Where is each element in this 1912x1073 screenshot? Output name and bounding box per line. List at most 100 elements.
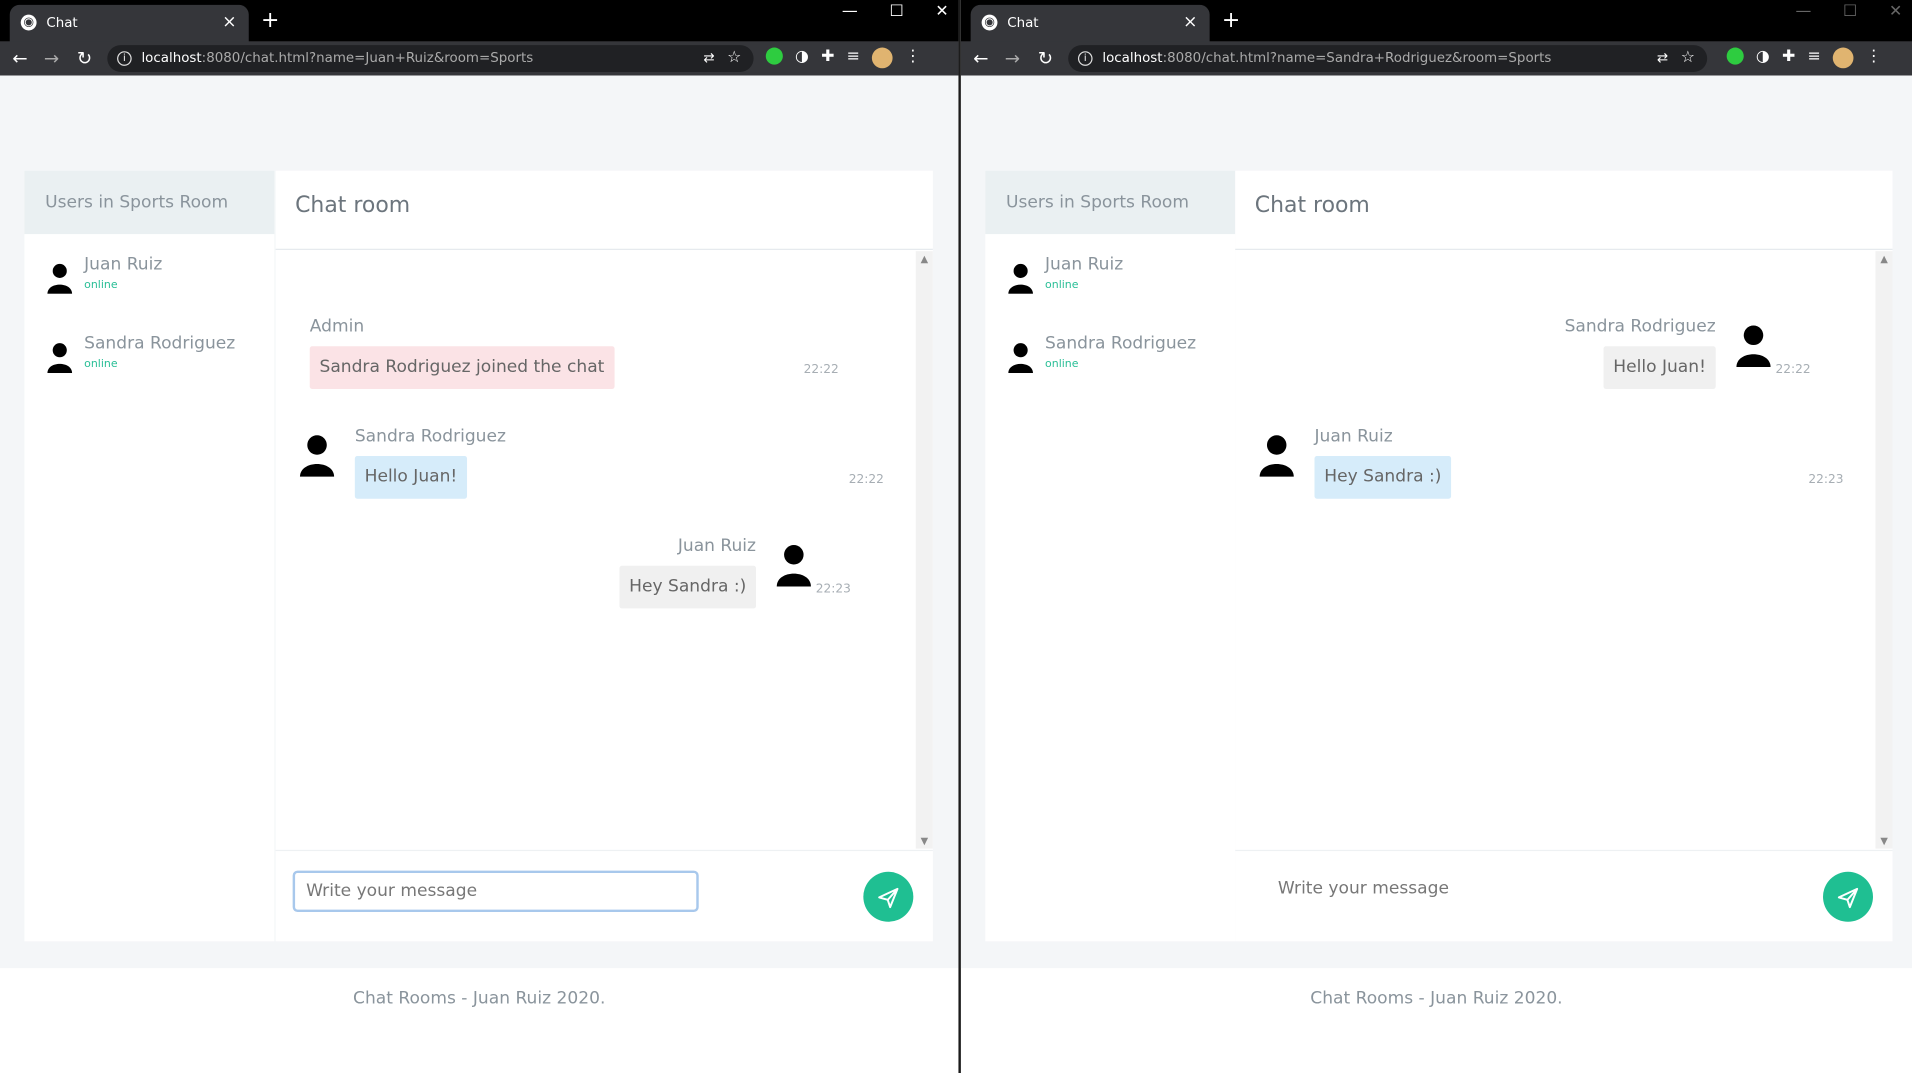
user-avatar-icon xyxy=(1007,262,1034,294)
user-avatar-icon xyxy=(46,341,73,373)
window-close-button[interactable]: ✕ xyxy=(935,2,948,20)
minimize-button[interactable]: — xyxy=(1795,2,1811,20)
send-button[interactable] xyxy=(863,871,914,922)
extensions-area: ◑ ✚ ≡ ⋮ xyxy=(765,47,921,69)
message-composer: Write your message xyxy=(1235,849,1893,941)
message-author: Admin xyxy=(309,317,365,337)
message-author: Juan Ruiz xyxy=(1314,426,1393,447)
back-icon[interactable]: ← xyxy=(973,48,988,70)
message-author: Sandra Rodriguez xyxy=(354,426,506,447)
window-close-button[interactable]: ✕ xyxy=(1889,2,1902,20)
new-tab-button[interactable]: + xyxy=(1222,7,1240,33)
kebab-menu-icon[interactable]: ⋮ xyxy=(905,48,921,69)
tab-strip: ◉ Chat × + — ☐ ✕ xyxy=(960,0,1912,42)
window-controls: — ☐ ✕ xyxy=(842,2,949,20)
bookmark-star-icon[interactable]: ☆ xyxy=(727,45,741,72)
message-input[interactable]: Write your message xyxy=(1266,870,1674,913)
toolbar: ← → ↻ i localhost:8080/chat.html?name=Sa… xyxy=(960,41,1912,76)
user-name: Juan Ruiz xyxy=(84,254,163,275)
browser-tab[interactable]: ◉ Chat × xyxy=(9,4,249,42)
chat-title: Chat room xyxy=(275,171,933,250)
address-bar[interactable]: i localhost:8080/chat.html?name=Sandra+R… xyxy=(1068,45,1708,72)
sender-avatar-icon xyxy=(1258,433,1295,477)
message-admin: Admin xyxy=(310,317,364,337)
reload-icon[interactable]: ↻ xyxy=(1038,48,1053,70)
info-icon[interactable]: i xyxy=(117,51,132,66)
user-status: online xyxy=(1045,279,1079,292)
puzzle-icon[interactable]: ✚ xyxy=(821,48,834,69)
chat-panel: Chat room Sandra Rodriguez Hello Juan! 2… xyxy=(1235,170,1893,942)
info-icon[interactable]: i xyxy=(1077,51,1093,66)
user-avatar-icon xyxy=(46,262,73,294)
profile-avatar-icon[interactable] xyxy=(1832,47,1854,69)
extension-green-icon[interactable] xyxy=(765,47,783,65)
user-name: Sandra Rodriguez xyxy=(1045,334,1197,354)
messages-list[interactable]: Sandra Rodriguez Hello Juan! 22:22 Juan … xyxy=(1235,251,1892,848)
user-item: Juan Ruiz online xyxy=(24,250,274,299)
back-icon[interactable]: ← xyxy=(12,48,27,70)
message-bubble: Hello Juan! xyxy=(354,456,468,499)
puzzle-icon[interactable]: ✚ xyxy=(1782,48,1795,69)
messages-scrollbar[interactable]: ▲ ▼ xyxy=(1875,251,1893,849)
left-browser-window: ◉ Chat × + — ☐ ✕ ← → ↻ i localhost:8080/… xyxy=(0,0,959,1073)
message-bubble: Hello Juan! xyxy=(1603,346,1716,389)
send-button[interactable] xyxy=(1823,871,1873,922)
new-tab-button[interactable]: + xyxy=(261,7,279,33)
close-tab-icon[interactable]: × xyxy=(1183,12,1197,32)
message-incoming: Sandra Rodriguez xyxy=(355,427,506,447)
globe-icon: ◉ xyxy=(20,14,37,31)
tab-title: Chat xyxy=(1007,14,1039,31)
url-text: localhost:8080/chat.html?name=Sandra+Rod… xyxy=(1102,49,1552,66)
message-time: 22:22 xyxy=(803,363,839,377)
browser-tab[interactable]: ◉ Chat × xyxy=(970,4,1210,42)
extension-circle-icon[interactable]: ◑ xyxy=(795,48,809,69)
messages-scrollbar[interactable]: ▲ ▼ xyxy=(915,251,933,849)
message-author: Juan Ruiz xyxy=(677,536,757,557)
users-sidebar: Users in Sports Room Juan Ruiz online Sa… xyxy=(24,170,275,942)
forward-icon[interactable]: → xyxy=(1005,48,1020,70)
profile-avatar-icon[interactable] xyxy=(872,47,893,69)
media-queue-icon[interactable]: ≡ xyxy=(847,48,860,69)
page-content: Users in Sports Room Juan Ruiz online Sa… xyxy=(0,75,959,1073)
send-icon xyxy=(878,887,899,909)
message-time: 22:22 xyxy=(848,473,884,487)
user-item: Sandra Rodriguez online xyxy=(24,329,274,378)
users-sidebar: Users in Sports Room Juan Ruiz online Sa… xyxy=(985,170,1236,942)
messages-list[interactable]: Admin Sandra Rodriguez joined the chat 2… xyxy=(276,251,933,848)
message-outgoing: Juan Ruiz xyxy=(678,536,756,556)
user-avatar-icon xyxy=(1007,341,1034,373)
sender-avatar-icon xyxy=(299,433,336,477)
maximize-button[interactable]: ☐ xyxy=(889,2,903,20)
forward-icon[interactable]: → xyxy=(44,48,59,70)
message-time: 22:23 xyxy=(1808,473,1844,487)
translate-icon[interactable]: ⇄ xyxy=(1657,45,1668,72)
minimize-button[interactable]: — xyxy=(842,2,858,20)
address-bar[interactable]: i localhost:8080/chat.html?name=Juan+Rui… xyxy=(107,45,754,72)
bookmark-star-icon[interactable]: ☆ xyxy=(1681,45,1695,72)
url-text: localhost:8080/chat.html?name=Juan+Ruiz&… xyxy=(141,49,534,66)
sender-avatar-icon xyxy=(1735,323,1772,367)
translate-icon[interactable]: ⇄ xyxy=(703,45,714,72)
extension-circle-icon[interactable]: ◑ xyxy=(1756,48,1770,69)
message-input[interactable]: Write your message xyxy=(292,870,699,913)
kebab-menu-icon[interactable]: ⋮ xyxy=(1866,48,1882,69)
media-queue-icon[interactable]: ≡ xyxy=(1807,48,1820,69)
sender-avatar-icon xyxy=(776,543,813,587)
extension-green-icon[interactable] xyxy=(1726,47,1744,65)
user-name: Juan Ruiz xyxy=(1045,254,1124,275)
message-time: 22:22 xyxy=(1775,363,1811,377)
tab-title: Chat xyxy=(46,14,78,31)
message-composer: Write your message xyxy=(275,849,933,941)
page-footer: Chat Rooms - Juan Ruiz 2020. xyxy=(353,988,606,1009)
close-tab-icon[interactable]: × xyxy=(222,12,236,32)
sidebar-title: Users in Sports Room xyxy=(24,170,275,235)
message-outgoing: Sandra Rodriguez xyxy=(1565,317,1716,337)
maximize-button[interactable]: ☐ xyxy=(1843,2,1857,20)
message-bubble: Sandra Rodriguez joined the chat xyxy=(309,346,615,389)
message-time: 22:23 xyxy=(815,582,851,597)
page-content: Users in Sports Room Juan Ruiz online Sa… xyxy=(960,75,1912,1073)
user-item: Juan Ruiz online xyxy=(985,250,1235,299)
user-status: online xyxy=(1045,358,1079,371)
chat-title: Chat room xyxy=(1235,171,1893,250)
reload-icon[interactable]: ↻ xyxy=(77,48,92,70)
